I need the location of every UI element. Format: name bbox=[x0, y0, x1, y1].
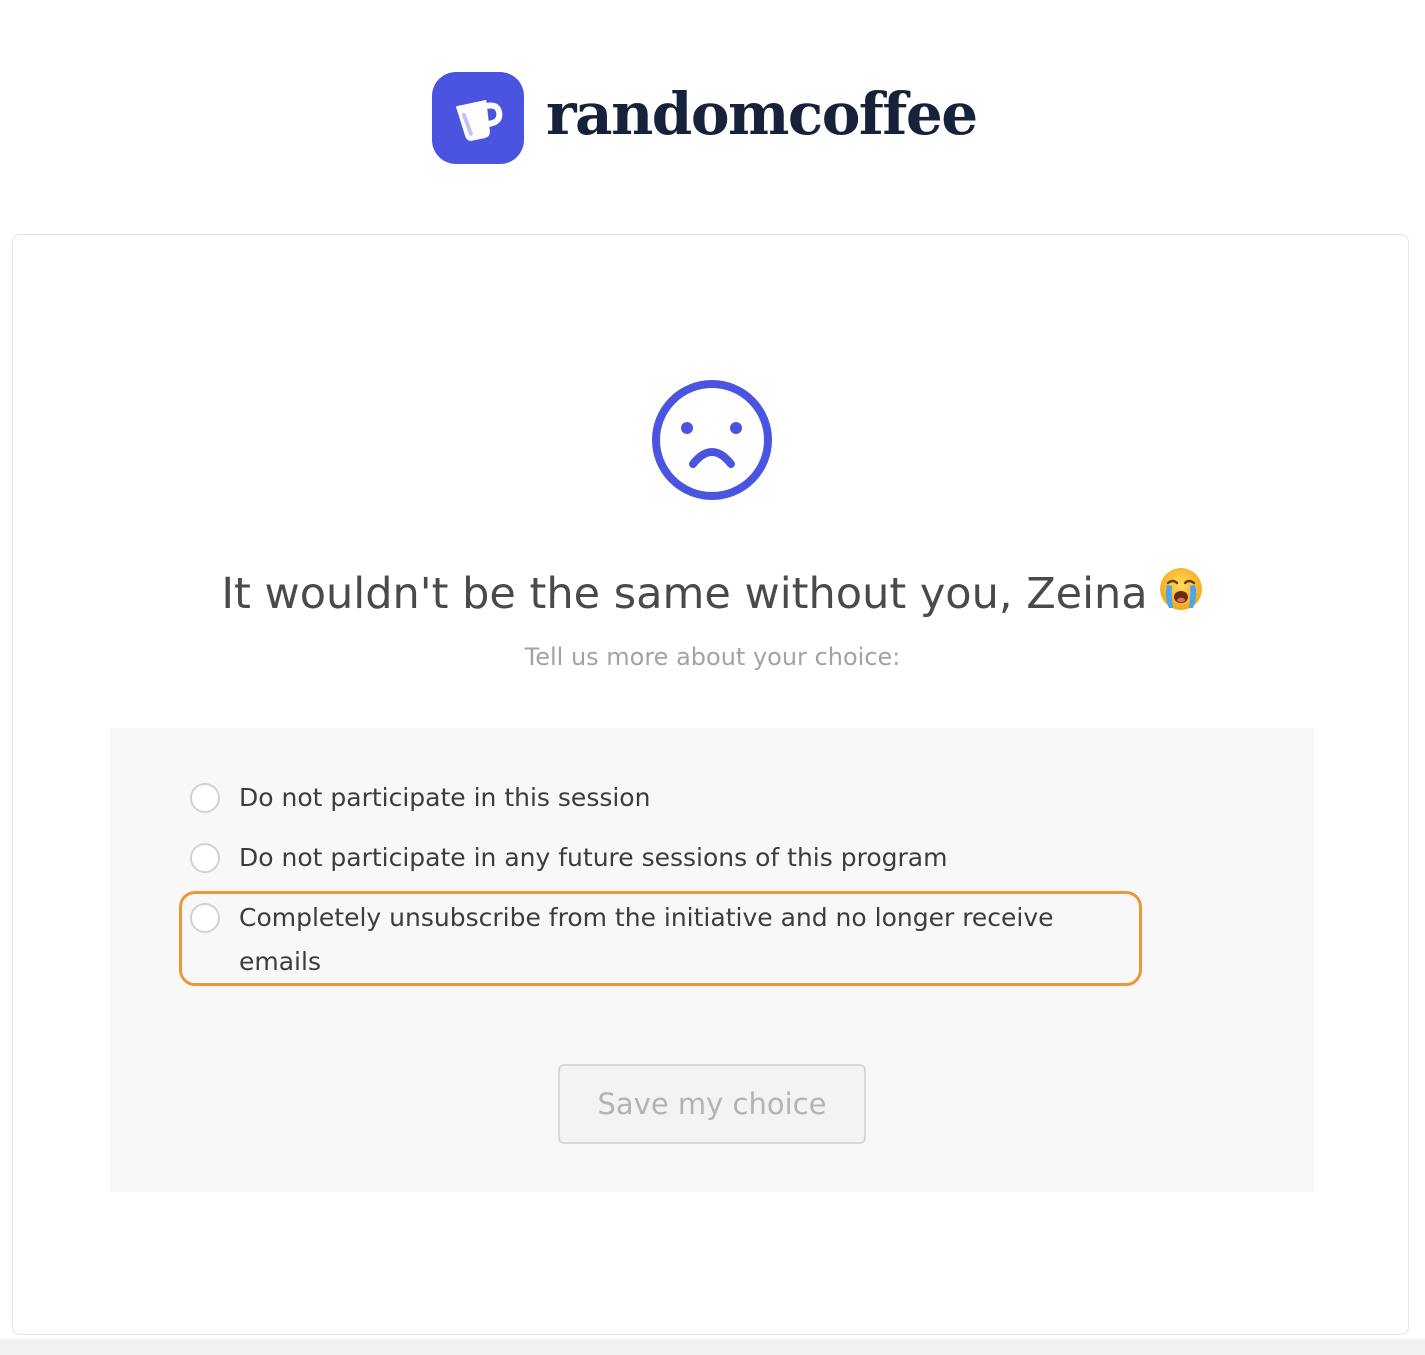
option-skip-future-sessions[interactable]: Do not participate in any future session… bbox=[190, 842, 947, 880]
page-title-text: It wouldn't be the same without you, Zei… bbox=[221, 569, 1148, 619]
brand-logo: randomcoffee bbox=[432, 72, 978, 164]
option-unsubscribe-completely[interactable]: Completely unsubscribe from the initiati… bbox=[190, 902, 1130, 984]
page-bottom-strip bbox=[0, 1339, 1425, 1355]
radio-skip-future-sessions[interactable] bbox=[190, 843, 220, 873]
page-title: It wouldn't be the same without you, Zei… bbox=[0, 566, 1425, 621]
radio-skip-session[interactable] bbox=[190, 783, 220, 813]
save-choice-button[interactable]: Save my choice bbox=[558, 1064, 866, 1144]
option-label: Do not participate in this session bbox=[239, 783, 651, 812]
option-label: Completely unsubscribe from the initiati… bbox=[239, 903, 1054, 976]
radio-unsubscribe-completely[interactable] bbox=[190, 903, 220, 933]
option-skip-session[interactable]: Do not participate in this session bbox=[190, 782, 650, 820]
option-label: Do not participate in any future session… bbox=[239, 843, 948, 872]
loudly-crying-face-icon bbox=[1159, 568, 1202, 610]
sad-face-icon bbox=[652, 380, 772, 500]
coffee-cup-icon bbox=[432, 72, 524, 164]
page-subtitle: Tell us more about your choice: bbox=[524, 643, 901, 671]
brand-name: randomcoffee bbox=[546, 80, 978, 148]
